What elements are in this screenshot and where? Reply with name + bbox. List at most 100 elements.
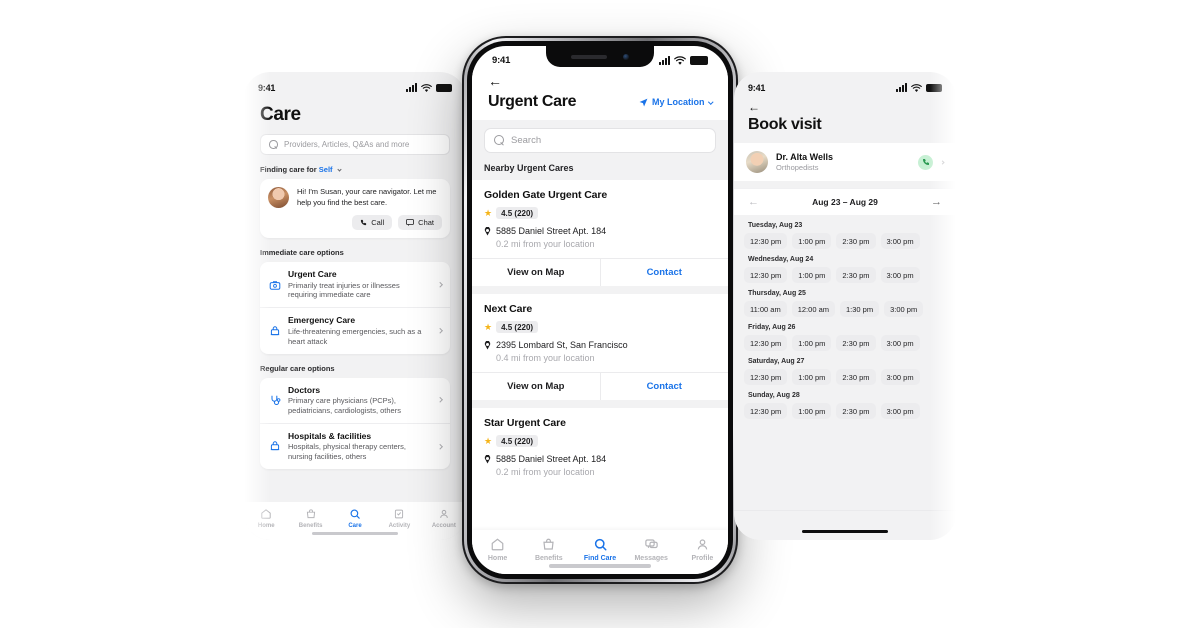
- home-icon: [261, 509, 271, 519]
- tab-messages[interactable]: Messages: [626, 537, 677, 562]
- finding-care-selected[interactable]: Self: [319, 165, 333, 174]
- next-week-button[interactable]: →: [931, 196, 942, 208]
- time-slot[interactable]: 1:00 pm: [792, 369, 832, 385]
- back-button[interactable]: ←: [748, 100, 760, 114]
- list-item-emergency-care[interactable]: Emergency Care Life-threatening emergenc…: [260, 307, 450, 353]
- time-slot[interactable]: 12:30 pm: [744, 335, 788, 351]
- time-slot[interactable]: 1:30 pm: [840, 301, 880, 317]
- tab-profile[interactable]: Profile: [677, 537, 728, 562]
- place-address: 5885 Daniel Street Apt. 184: [484, 226, 716, 236]
- contact-button[interactable]: Contact: [599, 373, 729, 400]
- doctor-card[interactable]: Dr. Alta Wells Orthopedists: [734, 143, 956, 181]
- content: Search Nearby Urgent Cares Golden Gate U…: [472, 120, 728, 486]
- battery-icon: [926, 84, 942, 92]
- time-slot[interactable]: 3:00 pm: [880, 403, 920, 419]
- time-slot[interactable]: 2:30 pm: [836, 335, 876, 351]
- time-slot[interactable]: 3:00 pm: [880, 369, 920, 385]
- time-slot[interactable]: 1:00 pm: [792, 233, 832, 249]
- footer-area: [734, 510, 956, 540]
- section-heading-regular: Regular care options: [260, 363, 335, 373]
- time-slot[interactable]: 1:00 pm: [792, 267, 832, 283]
- tab-activity[interactable]: Activity: [377, 508, 421, 529]
- time-slot[interactable]: 3:00 pm: [884, 301, 924, 317]
- time-slot[interactable]: 2:30 pm: [836, 233, 876, 249]
- call-button[interactable]: Call: [352, 215, 393, 230]
- list-item-title: Hospitals & facilities: [288, 430, 372, 441]
- rating-value: 4.5 (220): [496, 321, 539, 333]
- time-slot[interactable]: 3:00 pm: [880, 267, 920, 283]
- tab-label: Account: [431, 523, 456, 529]
- tab-label: Benefits: [534, 555, 563, 562]
- time-slot[interactable]: 12:30 pm: [744, 233, 788, 249]
- time-slot[interactable]: 3:00 pm: [880, 233, 920, 249]
- star-icon: ★: [484, 321, 493, 332]
- tab-care[interactable]: Care: [333, 508, 377, 529]
- contact-button[interactable]: Contact: [599, 259, 729, 286]
- wifi-icon: [911, 83, 922, 92]
- hospital-icon: [269, 440, 281, 452]
- page-title: Urgent Care: [488, 93, 577, 110]
- prev-week-button[interactable]: ←: [748, 196, 759, 208]
- time-slot[interactable]: 12:30 pm: [744, 403, 788, 419]
- place-actions: View on Map Contact: [472, 372, 728, 400]
- star-icon: ★: [484, 435, 493, 446]
- call-button[interactable]: [918, 154, 933, 170]
- place-card: Golden Gate Urgent Care ★ 4.5 (220) 5885…: [472, 180, 728, 286]
- battery-icon: [690, 56, 708, 65]
- tab-find-care[interactable]: Find Care: [574, 537, 625, 562]
- time-slot[interactable]: 12:00 am: [791, 301, 835, 317]
- cellular-signal-icon: [896, 83, 907, 92]
- place-address: 2395 Lombard St, San Francisco: [484, 340, 716, 350]
- wifi-icon: [421, 83, 432, 92]
- time-slot[interactable]: 2:30 pm: [836, 267, 876, 283]
- chevron-right-icon: [940, 159, 945, 165]
- tab-account[interactable]: Account: [422, 508, 466, 529]
- day-group: Wednesday, Aug 24 12:30 pm 1:00 pm 2:30 …: [744, 256, 946, 283]
- list-item-desc: Primarily treat injuries or illnesses re…: [288, 280, 400, 300]
- time-slot[interactable]: 2:30 pm: [836, 403, 876, 419]
- person-icon: [440, 509, 448, 518]
- list-item-hospitals[interactable]: Hospitals & facilities Hospitals, physic…: [260, 422, 450, 469]
- search-input[interactable]: Providers, Articles, Q&As and more: [260, 134, 450, 155]
- tab-label: Activity: [388, 523, 411, 529]
- time-slot[interactable]: 12:30 pm: [744, 267, 788, 283]
- search-input[interactable]: Search: [484, 128, 716, 153]
- tab-label: Profile: [691, 555, 714, 562]
- doctor-name: Dr. Alta Wells: [776, 152, 834, 162]
- tab-benefits[interactable]: Benefits: [288, 508, 332, 529]
- chat-button[interactable]: Chat: [398, 215, 442, 230]
- finding-care-for[interactable]: Finding care for Self: [260, 165, 450, 174]
- time-slot[interactable]: 1:00 pm: [792, 335, 832, 351]
- marketing-composition: 9:41 Care Providers, Articles, Q&As and …: [0, 0, 1200, 628]
- day-label: Tuesday, Aug 23: [748, 222, 803, 229]
- tab-label: Messages: [634, 555, 668, 562]
- search-placeholder: Providers, Articles, Q&As and more: [284, 140, 410, 149]
- left-phone-screen: 9:41 Care Providers, Articles, Q&As and …: [244, 72, 466, 540]
- time-slot[interactable]: 12:30 pm: [744, 369, 788, 385]
- center-phone: 9:41 ← Urgent Care My Location Search Ne…: [462, 36, 738, 584]
- time-slot[interactable]: 2:30 pm: [836, 369, 876, 385]
- map-pin-icon: [484, 455, 491, 464]
- view-on-map-button[interactable]: View on Map: [472, 373, 600, 400]
- day-label: Thursday, Aug 25: [748, 290, 806, 297]
- list-item-urgent-care[interactable]: Urgent Care Primarily treat injuries or …: [260, 262, 450, 307]
- tab-home[interactable]: Home: [244, 508, 288, 529]
- tab-label: Home: [487, 555, 508, 562]
- back-button[interactable]: ←: [488, 74, 502, 88]
- battery-icon: [436, 84, 452, 92]
- place-name: Star Urgent Care: [484, 417, 566, 429]
- time-slot[interactable]: 11:00 am: [744, 301, 787, 317]
- list-item-doctors[interactable]: Doctors Primary care physicians (PCPs), …: [260, 378, 450, 423]
- view-on-map-button[interactable]: View on Map: [472, 259, 600, 286]
- right-phone-screen: 9:41 ← Book visit Dr. Alta Wells Orthope…: [734, 72, 956, 540]
- time-slot[interactable]: 3:00 pm: [880, 335, 920, 351]
- chat-icon: [406, 219, 415, 226]
- tab-benefits[interactable]: Benefits: [523, 537, 574, 562]
- home-indicator: [802, 530, 888, 533]
- chevron-right-icon: [436, 397, 442, 403]
- my-location-button[interactable]: My Location: [639, 97, 713, 107]
- list-item-desc: Life-threatening emergencies, such as a …: [288, 326, 422, 346]
- search-icon: [594, 538, 606, 551]
- tab-home[interactable]: Home: [472, 537, 523, 562]
- time-slot[interactable]: 1:00 pm: [792, 403, 832, 419]
